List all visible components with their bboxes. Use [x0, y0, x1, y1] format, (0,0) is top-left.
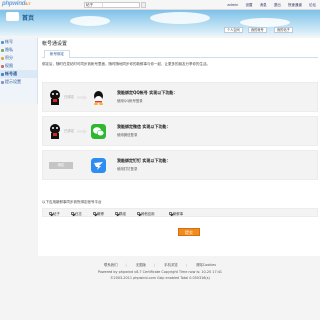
search-input[interactable]: 帖子	[84, 2, 140, 8]
sidebar: 帐号 隐私 积分 权限 帐号通 提示设置	[0, 38, 38, 104]
user-icon	[1, 40, 4, 44]
bind-status: 已绑定	[64, 129, 75, 133]
checkbox[interactable]	[93, 212, 96, 215]
username-link[interactable]: admin	[227, 3, 238, 7]
coin-icon	[1, 56, 4, 60]
page-title: 帐号通设置	[42, 41, 68, 47]
sidebar-item-label: 提示设置	[5, 79, 21, 84]
sync-option-feed[interactable]: 新鲜事	[169, 212, 183, 216]
link-icon	[1, 72, 4, 76]
bind-card-qq: 已绑定 我能绑定QQ帐号 实现以下功能： 使用QQ帐号登录	[42, 82, 318, 112]
arrow-right-icon	[77, 129, 87, 134]
card-subtitle: 使用QQ帐号登录	[117, 99, 143, 103]
footer-link-text-version[interactable]: 无图版	[136, 263, 146, 267]
sync-option-blog[interactable]: 日志	[71, 212, 82, 216]
tab-divider	[42, 57, 318, 58]
personal-space-button[interactable]: 个人空间	[224, 27, 243, 33]
sync-option-groups[interactable]: 群组	[115, 212, 126, 216]
wechat-icon	[91, 124, 106, 139]
lock-icon	[1, 48, 4, 52]
my-account-button[interactable]: 我的帐号	[248, 27, 267, 33]
sidebar-item-account[interactable]: 帐号	[0, 38, 37, 46]
logout-link[interactable]: 退出	[274, 3, 281, 7]
card-subtitle: 使用微信登录	[117, 133, 138, 137]
messages-link[interactable]: 消息	[260, 3, 267, 7]
sidebar-item-label: 积分	[5, 55, 13, 60]
site-logo[interactable]: phpwind8.7	[2, 1, 30, 7]
checkbox[interactable]	[137, 212, 140, 215]
arrow-right-icon	[77, 95, 87, 100]
card-title: 我能绑定钉钉 实现以下功能：	[117, 158, 171, 163]
footer-copyright: ©2003-2011 phpwind.com Gzip enabled Tota…	[110, 276, 210, 280]
checkbox[interactable]	[71, 212, 74, 215]
footer-link-mobile[interactable]: 手机浏览	[164, 263, 178, 267]
bell-icon	[1, 80, 4, 84]
site-name[interactable]: 首页	[22, 13, 34, 22]
sidebar-item-label: 隐私	[5, 47, 13, 52]
forum-link[interactable]: 论坛	[309, 3, 316, 7]
user-avatar-icon	[50, 124, 60, 139]
bind-button[interactable]: 绑定	[49, 162, 73, 169]
search-scope-select[interactable]: 帖子	[85, 3, 103, 7]
header-banner: 首页 个人空间 我的帐号 我的帖子	[0, 10, 320, 36]
footer-powered-by: Powered by phpwind v8.7 Certificate Copy…	[97, 269, 223, 274]
card-title: 我能绑定微信 实现以下功能：	[117, 124, 171, 129]
sync-option-posts[interactable]: 帖子	[49, 212, 60, 216]
cloud-decoration	[150, 12, 210, 24]
bind-status: 已绑定	[64, 95, 75, 99]
sidebar-item-points[interactable]: 积分	[0, 54, 37, 62]
sidebar-item-notification[interactable]: 提示设置	[0, 78, 37, 86]
submit-button[interactable]: 提交	[178, 228, 200, 236]
dingtalk-icon	[91, 158, 106, 173]
sync-option-weibo[interactable]: 微博	[93, 212, 104, 216]
cloud-decoration	[240, 18, 290, 27]
checkbox[interactable]	[49, 212, 52, 215]
key-icon	[1, 64, 4, 68]
search-button[interactable]	[141, 2, 146, 8]
tab-account-binding[interactable]: 帐号绑定	[44, 50, 70, 58]
cloud-decoration	[70, 16, 110, 26]
main-content: 帐号通设置 帐号绑定 绑定后，随时在发帖时可同步到帐号里面，随时随地同步你的新鲜…	[38, 38, 320, 256]
site-badge-icon	[6, 12, 19, 21]
sidebar-item-label: 帐号通	[5, 71, 17, 76]
sync-option-other-apps[interactable]: 其他应用	[137, 212, 155, 216]
top-bar: phpwind8.7 帖子 admin 设置 消息 退出 快速通道 论坛	[0, 0, 320, 10]
intro-text: 绑定后，随时在发帖时可同步到帐号里面，随时随地同步你的新鲜事与你一起，让更多的朋…	[42, 62, 210, 66]
sidebar-item-account-link[interactable]: 帐号通	[0, 70, 37, 78]
sidebar-item-permissions[interactable]: 权限	[0, 62, 37, 70]
qq-icon	[94, 91, 103, 105]
my-posts-button[interactable]: 我的帖子	[274, 27, 293, 33]
settings-link[interactable]: 设置	[246, 3, 253, 7]
user-avatar-icon	[50, 90, 60, 105]
bind-card-dingtalk: 绑定 我能绑定钉钉 实现以下功能： 使用钉钉登录	[42, 150, 318, 180]
sync-options: 帖子 日志 微博 群组 其他应用 新鲜事	[42, 208, 318, 217]
card-subtitle: 使用钉钉登录	[117, 167, 138, 171]
quick-access-link[interactable]: 快速通道	[288, 3, 302, 7]
footer: 联系我们 | 无图版 | 手机浏览 | 清除Cookies Powered by ph…	[0, 262, 320, 283]
footer-link-clear-cookies[interactable]: 清除Cookies	[196, 263, 216, 267]
bind-card-wechat: 已绑定 我能绑定微信 实现以下功能： 使用微信登录	[42, 116, 318, 146]
card-title: 我能绑定QQ帐号 实现以下功能：	[117, 90, 178, 95]
checkbox[interactable]	[169, 212, 172, 215]
checkbox[interactable]	[115, 212, 118, 215]
footer-links: 联系我们 | 无图版 | 手机浏览 | 清除Cookies	[103, 263, 217, 267]
sidebar-item-label: 帐号	[5, 39, 13, 44]
sync-note: 以下应用新鲜事同步到所绑定帐号平台	[42, 200, 102, 204]
footer-link-contact[interactable]: 联系我们	[104, 263, 118, 267]
sidebar-item-label: 权限	[5, 63, 13, 68]
top-links: admin 设置 消息 退出 快速通道 论坛	[221, 3, 316, 8]
sidebar-item-privacy[interactable]: 隐私	[0, 46, 37, 54]
